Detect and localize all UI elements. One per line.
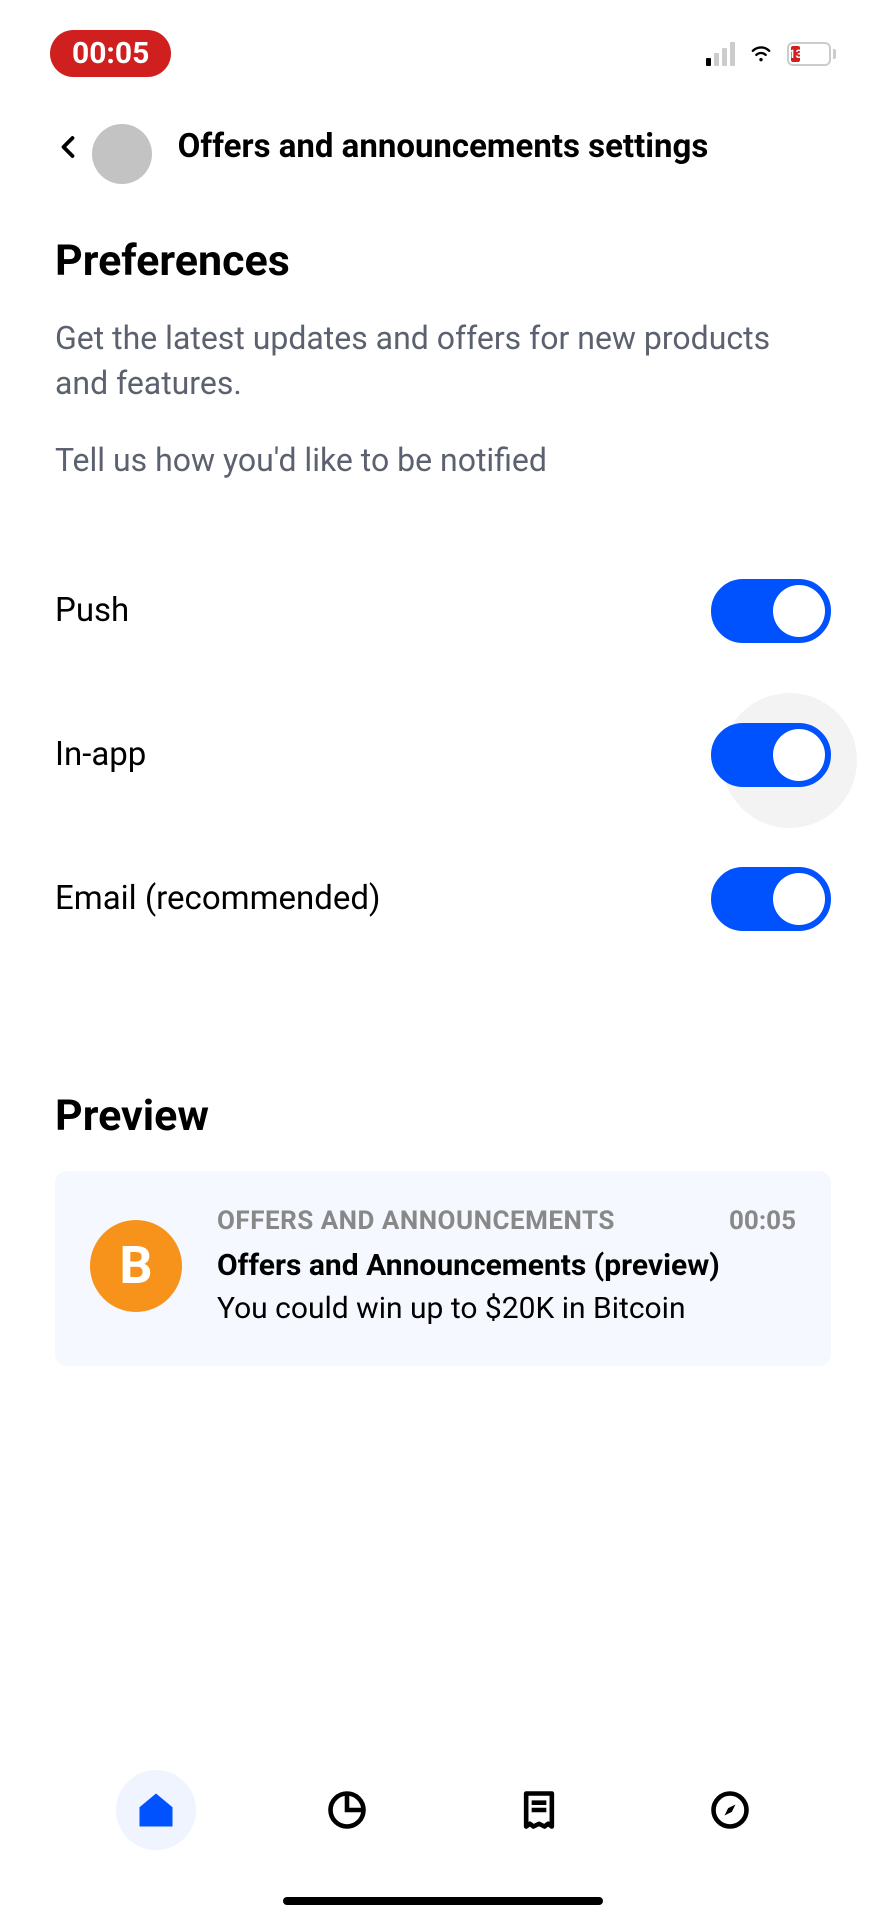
toggle-label: Email (recommended) (55, 879, 380, 918)
preferences-subtext: Tell us how you'd like to be notified (55, 441, 831, 479)
wifi-icon (747, 38, 775, 70)
preview-card: B OFFERS AND ANNOUNCEMENTS 00:05 Offers … (55, 1171, 831, 1366)
preview-heading: Offers and Announcements (preview) (217, 1248, 796, 1283)
preferences-description: Get the latest updates and offers for ne… (55, 316, 831, 406)
toggle-row-email: Email (recommended) (55, 827, 831, 971)
preview-body: You could win up to $20K in Bitcoin (217, 1291, 796, 1326)
nav-home[interactable] (116, 1770, 196, 1850)
toggle-row-inapp: In-app (55, 683, 831, 827)
page-title: Offers and announcements settings (40, 127, 846, 166)
toggle-row-push: Push (55, 539, 831, 683)
nav-portfolio[interactable] (307, 1770, 387, 1850)
touch-indicator (92, 124, 152, 184)
back-button[interactable] (40, 119, 96, 175)
toggle-label: Push (55, 591, 129, 630)
status-icons: 13 (706, 38, 836, 70)
status-bar: 00:05 13 (0, 0, 886, 97)
nav-receipt[interactable] (499, 1770, 579, 1850)
push-toggle[interactable] (711, 579, 831, 643)
status-time: 00:05 (50, 30, 171, 77)
preferences-title: Preferences (55, 236, 831, 286)
cellular-signal-icon (706, 42, 735, 66)
email-toggle[interactable] (711, 867, 831, 931)
inapp-toggle[interactable] (711, 723, 831, 787)
preview-category: OFFERS AND ANNOUNCEMENTS (217, 1206, 615, 1236)
bitcoin-icon: B (90, 1220, 182, 1312)
toggle-label: In-app (55, 735, 146, 774)
preview-title: Preview (55, 1091, 831, 1141)
home-indicator[interactable] (283, 1897, 603, 1905)
nav-explore[interactable] (690, 1770, 770, 1850)
bottom-nav (0, 1740, 886, 1880)
battery-icon: 13 (787, 42, 836, 66)
page-header: Offers and announcements settings (0, 97, 886, 196)
preview-time: 00:05 (729, 1206, 796, 1236)
